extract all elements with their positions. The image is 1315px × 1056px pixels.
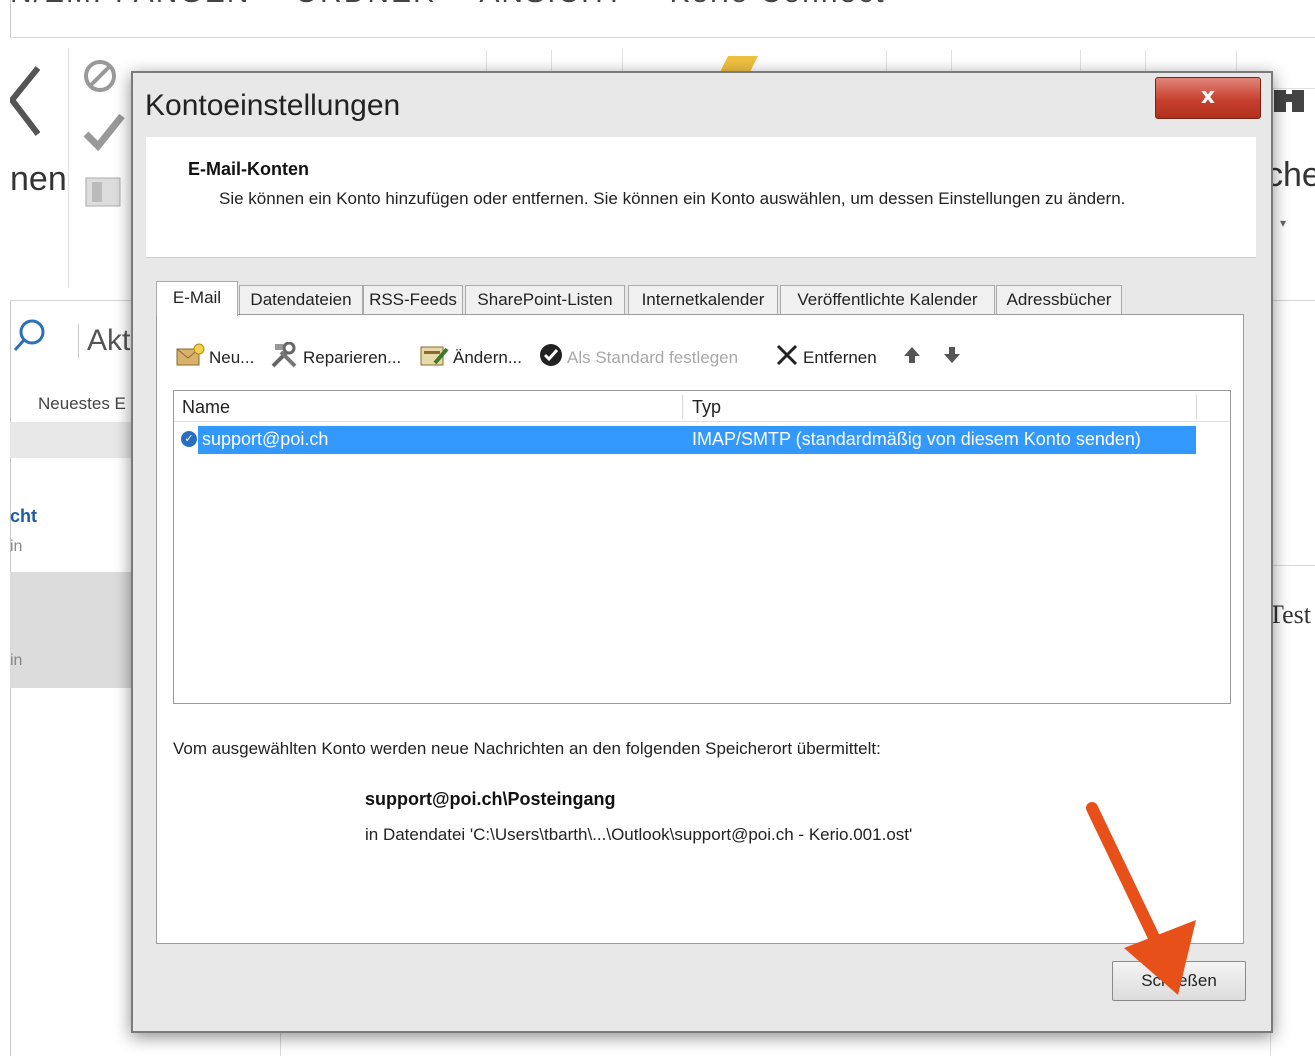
message-preview-text: Test xyxy=(1268,600,1311,629)
ribbon-right-label: che xyxy=(1266,156,1315,194)
list-header: Name Typ xyxy=(174,391,1230,422)
email-tab-panel: Neu... Reparieren... Ändern... Als Stand… xyxy=(156,314,1244,944)
repair-label: Reparieren... xyxy=(303,348,402,367)
header-panel: E-Mail-Konten Sie können ein Konto hinzu… xyxy=(146,137,1256,258)
section-description: Sie können ein Konto hinzufügen oder ent… xyxy=(219,189,1126,208)
tab-published-calendars[interactable]: Veröffentlichte Kalender xyxy=(780,285,995,314)
new-button[interactable]: Neu... xyxy=(175,343,254,373)
ribbon-menubar: N/EMPFANGEN ORDNER ANSICHT Kerio Connect xyxy=(10,0,920,10)
remove-button[interactable]: Entfernen xyxy=(775,343,877,373)
search-input[interactable]: Akt xyxy=(78,324,130,358)
check-circle-icon xyxy=(539,343,563,373)
move-icon[interactable] xyxy=(84,174,124,215)
tab-sharepoint-lists[interactable]: SharePoint-Listen xyxy=(465,285,625,314)
tools-icon xyxy=(269,341,299,374)
folder-sub: in xyxy=(10,652,23,669)
tab-rss-feeds[interactable]: RSS-Feeds xyxy=(363,285,463,314)
arrow-up-icon xyxy=(903,345,921,371)
set-default-button[interactable]: Als Standard festlegen xyxy=(539,343,738,373)
default-account-icon: ✓ xyxy=(181,431,197,447)
checkmark-icon[interactable] xyxy=(82,110,126,159)
accounts-list: Name Typ ✓ support@poi.ch IMAP/SMTP (sta… xyxy=(173,390,1231,704)
sort-label[interactable]: Neuestes E xyxy=(38,394,126,414)
menu-send-receive[interactable]: N/EMPFANGEN xyxy=(10,0,250,9)
ribbon-left-label: nen xyxy=(10,160,67,198)
account-type[interactable]: IMAP/SMTP (standardmäßig von diesem Kont… xyxy=(692,429,1141,450)
delivery-data-file: in Datendatei 'C:\Users\tbarth\...\Outlo… xyxy=(365,825,913,844)
binoculars-icon[interactable] xyxy=(1272,84,1308,119)
account-name[interactable]: support@poi.ch xyxy=(202,429,328,450)
chevron-down-icon[interactable]: ▾ xyxy=(1280,216,1286,230)
menu-view[interactable]: ANSICHT xyxy=(479,0,625,9)
tab-email[interactable]: E-Mail xyxy=(156,281,238,316)
tab-address-books[interactable]: Adressbücher xyxy=(996,285,1122,314)
change-icon xyxy=(419,343,449,373)
delivery-folder: support@poi.ch\Posteingang xyxy=(365,789,616,809)
remove-label: Entfernen xyxy=(803,348,877,367)
selected-folder[interactable] xyxy=(10,572,140,688)
delete-icon[interactable] xyxy=(8,64,41,149)
account-settings-dialog: Kontoeinstellungen x E-Mail-Konten Sie k… xyxy=(131,71,1273,1033)
column-type[interactable]: Typ xyxy=(692,397,721,418)
folder-label[interactable]: cht xyxy=(10,506,37,527)
menu-kerio-connect[interactable]: Kerio Connect xyxy=(669,0,885,9)
section-title: E-Mail-Konten xyxy=(188,159,309,179)
folder-sub: in xyxy=(10,538,23,555)
arrow-down-icon xyxy=(943,345,961,371)
close-button[interactable]: Schließen xyxy=(1112,961,1246,1001)
move-up-button[interactable] xyxy=(903,343,925,373)
change-label: Ändern... xyxy=(453,348,522,367)
column-name[interactable]: Name xyxy=(182,397,230,418)
menu-folder[interactable]: ORDNER xyxy=(295,0,437,9)
block-icon[interactable] xyxy=(82,58,122,103)
change-button[interactable]: Ändern... xyxy=(419,343,522,373)
tab-internet-calendars[interactable]: Internetkalender xyxy=(628,285,778,314)
close-window-button[interactable]: x xyxy=(1155,77,1261,119)
new-label: Neu... xyxy=(209,348,255,367)
dialog-title: Kontoeinstellungen xyxy=(145,89,401,122)
delivery-label: Vom ausgewählten Konto werden neue Nachr… xyxy=(173,739,881,758)
remove-icon xyxy=(775,343,799,373)
new-account-icon xyxy=(175,343,205,373)
close-icon: x xyxy=(1200,84,1216,109)
set-default-label: Als Standard festlegen xyxy=(567,348,739,367)
tab-data-files[interactable]: Datendateien xyxy=(239,285,363,314)
repair-button[interactable]: Reparieren... xyxy=(269,341,402,374)
move-down-button[interactable] xyxy=(943,343,965,373)
search-icon[interactable] xyxy=(12,318,48,363)
